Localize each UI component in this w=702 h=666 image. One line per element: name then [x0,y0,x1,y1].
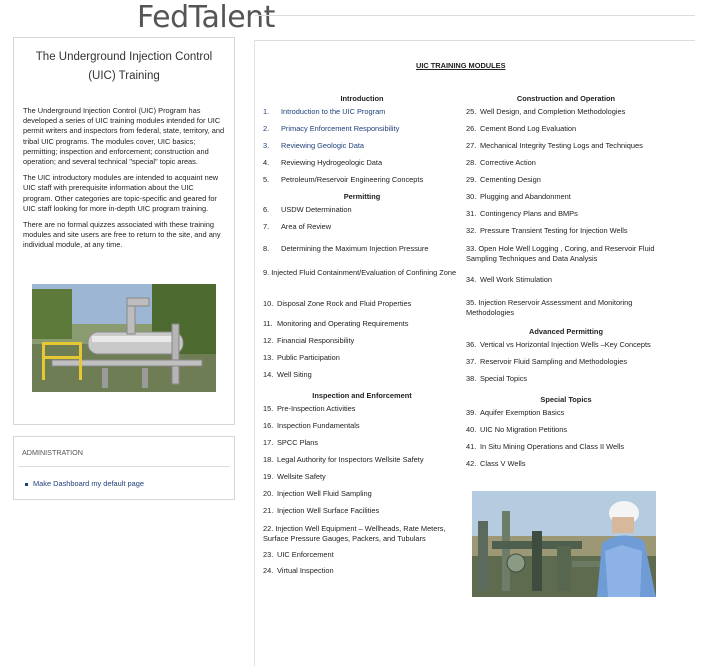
module-26-item: 26. Cement Bond Log Evaluation [466,124,577,133]
administration-title: ADMINISTRATION [22,448,83,457]
module-41-item: 41. In Situ Mining Operations and Class I… [466,442,625,451]
module-27-item: 27. Mechanical Integrity Testing Logs and… [466,141,643,150]
module-13-item: 13. Public Participation [263,353,340,362]
section-heading-construction: Construction and Operation [516,94,616,103]
content-divider [255,40,695,41]
section-heading-permitting: Permitting [343,192,381,201]
intro-text: The Underground Injection Control (UIC) … [23,106,225,251]
inspector-photo [472,491,656,597]
bullet-icon [25,482,28,486]
module-14-item: 14. Well Siting [263,370,312,379]
module-24-item: 24. Virtual Inspection [263,566,334,575]
fedtalent-logo[interactable]: FedTalent [137,0,275,36]
column-divider [254,40,255,666]
module-19-item: 19. Wellsite Safety [263,472,326,481]
module-38-item: 38. Special Topics [466,374,528,383]
module-29-item: 29. Cementing Design [466,175,541,184]
module-8-item: 8. Determining the Maximum Injection Pres… [263,244,429,253]
module-32-item: 32. Pressure Transient Testing for Inject… [466,226,628,235]
module-34-item: 34. Well Work Stimulation [466,275,553,284]
module-3-link[interactable]: 3. Reviewing Geologic Data [263,141,461,158]
module-31-item: 31. Contingency Plans and BMPs [466,209,578,218]
module-25-item: 25. Well Design, and Completion Methodolo… [466,107,626,116]
module-40-item: 40. UIC No Migration Petitions [466,425,568,434]
module-35-item: 35. Injection Reservoir Assessment and M… [466,298,633,317]
module-10-item: 10. Disposal Zone Rock and Fluid Properti… [263,299,412,308]
make-default-dashboard-link[interactable]: Make Dashboard my default page [25,479,234,488]
module-39-item: 39. Aquifer Exemption Basics [466,408,565,417]
module-4-item: 4. Reviewing Hydrogeologic Data [263,158,383,167]
module-22-item: 22. Injection Well Equipment – Wellheads… [263,524,446,543]
make-default-dashboard-label: Make Dashboard my default page [33,479,144,488]
module-12-item: 12. Financial Responsibility [263,336,355,345]
module-7-item: 7. Area of Review [263,222,332,231]
module-1-link[interactable]: 1. Introduction to the UIC Program [263,107,461,124]
module-15-item: 15. Pre-Inspection Activities [263,404,356,413]
intro-card: The Underground Injection Control (UIC) … [13,37,235,425]
modules-left-column: Introduction 1. Introduction to the UIC P… [263,90,461,583]
module-17-item: 17. SPCC Plans [263,438,319,447]
module-30-item: 30. Plugging and Abandonment [466,192,571,201]
module-42-item: 42. Class V Wells [466,459,526,468]
module-11-item: 11. Monitoring and Operating Requirements [263,319,409,328]
intro-paragraph: The Underground Injection Control (UIC) … [23,106,225,167]
module-6-item: 6. USDW Determination [263,205,352,214]
modules-heading: UIC TRAINING MODULES [416,61,506,70]
intro-paragraph: The UIC introductory modules are intende… [23,173,219,213]
administration-divider [18,466,230,467]
module-18-item: 18. Legal Authority for Inspectors Wellsi… [263,455,424,464]
header-divider [255,15,695,16]
section-heading-advanced-permitting: Advanced Permitting [529,327,603,336]
module-20-item: 20. Injection Well Fluid Sampling [263,489,372,498]
intro-paragraph: There are no formal quizzes associated w… [23,220,221,250]
module-28-item: 28. Corrective Action [466,158,536,167]
section-heading-special-topics: Special Topics [540,395,592,404]
module-9-item: 9. Injected Fluid Containment/Evaluation… [263,268,457,277]
injection-facility-photo [32,284,216,392]
module-2-link[interactable]: 2. Primacy Enforcement Responsibility [263,124,461,141]
administration-card: ADMINISTRATION Make Dashboard my default… [13,436,235,500]
section-heading-inspection: Inspection and Enforcement [312,391,412,400]
module-36-item: 36. Vertical vs Horizontal Injection Well… [466,340,651,349]
module-33-item: 33. Open Hole Well Logging , Coring, and… [466,244,655,263]
module-23-item: 23. UIC Enforcement [263,550,334,559]
section-heading-introduction: Introduction [340,94,384,103]
module-21-item: 21. Injection Well Surface Facilities [263,506,380,515]
module-37-item: 37. Reservoir Fluid Sampling and Methodol… [466,357,628,366]
intro-title: The Underground Injection Control (UIC) … [35,51,213,82]
modules-right-column: Construction and Operation 25. Well Desig… [466,90,666,476]
module-16-item: 16. Inspection Fundamentals [263,421,360,430]
